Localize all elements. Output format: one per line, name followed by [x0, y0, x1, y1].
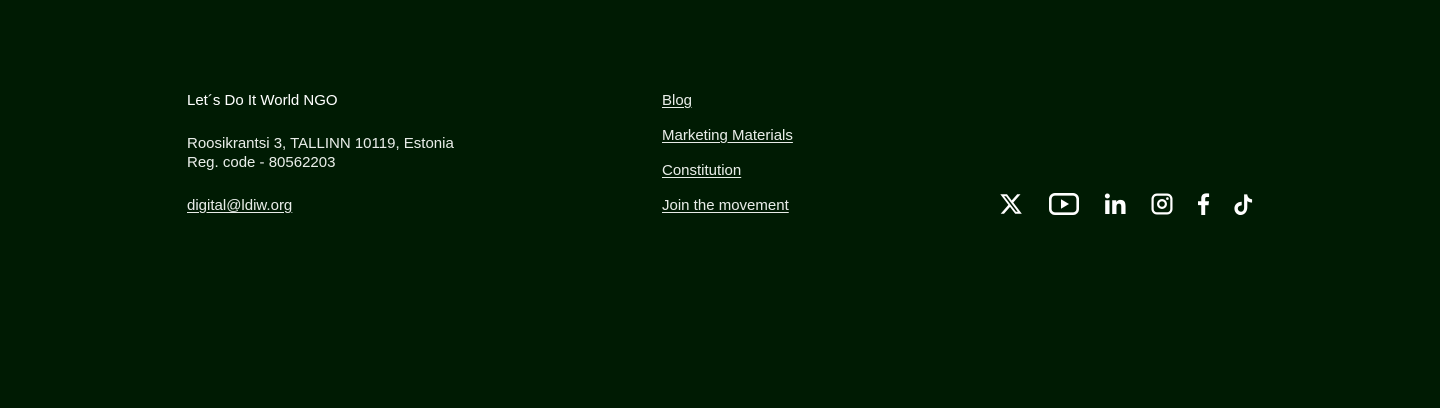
x-twitter-icon[interactable]	[998, 192, 1024, 216]
email-link[interactable]: digital@ldiw.org	[187, 196, 292, 215]
facebook-icon[interactable]	[1196, 192, 1210, 216]
tiktok-icon[interactable]	[1232, 192, 1254, 216]
youtube-icon[interactable]	[1048, 192, 1080, 216]
instagram-icon[interactable]	[1150, 192, 1174, 216]
constitution-link[interactable]: Constitution	[662, 161, 793, 180]
footer-links: Blog Marketing Materials Constitution Jo…	[662, 91, 793, 231]
marketing-materials-link[interactable]: Marketing Materials	[662, 126, 793, 145]
blog-link[interactable]: Blog	[662, 91, 793, 110]
registration-code: Reg. code - 80562203	[187, 154, 336, 171]
social-links	[998, 190, 1254, 218]
organization-name: Let´s Do It World NGO	[187, 92, 338, 109]
join-the-movement-link[interactable]: Join the movement	[662, 196, 793, 215]
organization-address: Roosikrantsi 3, TALLINN 10119, Estonia R…	[187, 134, 567, 172]
linkedin-icon[interactable]	[1102, 192, 1128, 216]
organization-info: Let´s Do It World NGO Roosikrantsi 3, TA…	[187, 91, 567, 215]
address-line: Roosikrantsi 3, TALLINN 10119, Estonia	[187, 135, 454, 152]
site-footer: Let´s Do It World NGO Roosikrantsi 3, TA…	[0, 0, 1440, 408]
